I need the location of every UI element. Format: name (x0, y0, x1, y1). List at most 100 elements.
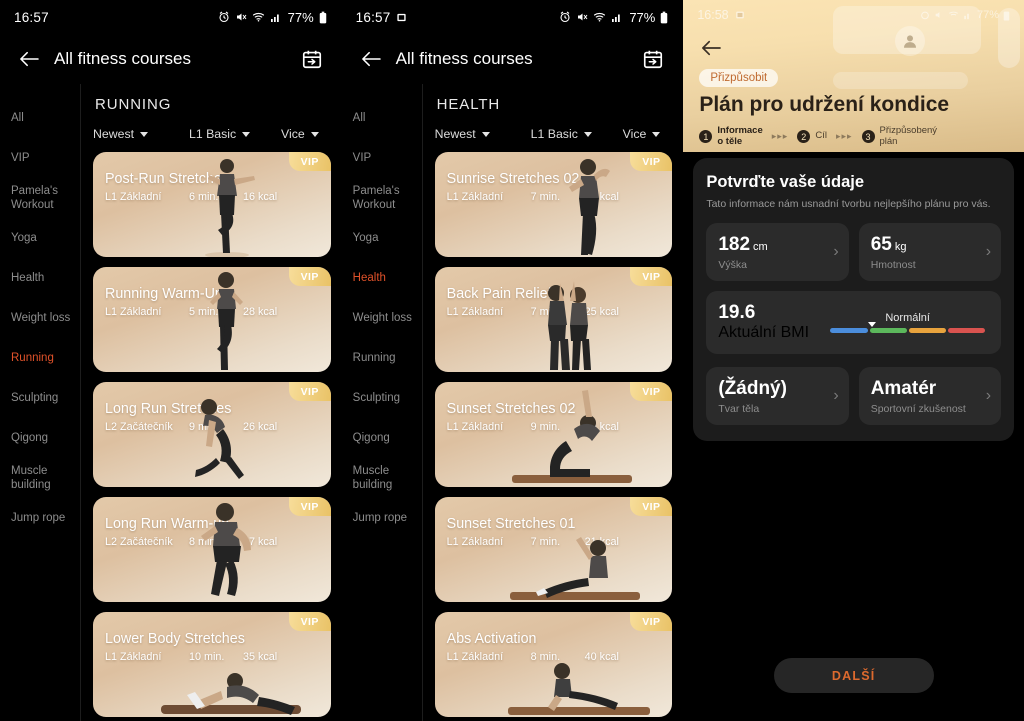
sidebar-item-label: Running (11, 351, 54, 365)
course-card[interactable]: Long Run Stretches L2 Začátečník9 min.26… (93, 382, 331, 487)
status-bar: 16:58 77% (683, 0, 1024, 30)
vip-badge: VIP (289, 612, 331, 631)
sidebar-item-label: Health (11, 271, 44, 285)
step-number: 2 (797, 130, 810, 143)
filter-more[interactable]: Vice (623, 127, 661, 141)
course-name: Lower Body Stretches (105, 631, 277, 647)
chevron-down-icon (482, 132, 490, 137)
signal-icon (611, 11, 623, 23)
exercise-figure (175, 498, 271, 602)
body-shape-value: (Žádný) (718, 378, 836, 400)
course-card[interactable]: Back Pain Relief L1 Základní7 min.25 kca… (435, 267, 673, 372)
sidebar-item-vip[interactable]: VIP (0, 138, 80, 178)
status-bar: 16:57 77% (0, 0, 341, 34)
course-list-area: RUNNING Newest L1 Basic Vice Post-Run St… (81, 84, 341, 721)
experience-tile[interactable]: Amatér Sportovní zkušenost › (859, 367, 1001, 425)
sidebar-item-sculpting[interactable]: Sculpting (0, 378, 80, 418)
category-sidebar: All VIP Pamela's Workout Yoga Health Wei… (0, 84, 81, 721)
sidebar-item-qigong[interactable]: Qigong (342, 418, 422, 458)
course-card[interactable]: Post-Run Stretches L1 Základní6 min.16 k… (93, 152, 331, 257)
course-list-area: HEALTH Newest L1 Basic Vice Sunrise Stre… (423, 84, 683, 721)
filter-label: Newest (435, 127, 476, 141)
sidebar-item-health[interactable]: Health (0, 258, 80, 298)
mute-icon (576, 11, 588, 23)
course-card[interactable]: Running Warm-Up L1 Základní5 min.28 kcal… (93, 267, 331, 372)
height-tile[interactable]: 182cm Výška › (706, 223, 848, 281)
sidebar-item-muscle-building[interactable]: Muscle building (342, 458, 422, 498)
exercise-figure (508, 387, 638, 487)
sidebar-item-yoga[interactable]: Yoga (342, 218, 422, 258)
course-level: L1 Základní (447, 306, 531, 318)
sidebar-item-all[interactable]: All (0, 98, 80, 138)
battery-percent: 77% (629, 10, 655, 25)
sidebar-item-qigong[interactable]: Qigong (0, 418, 80, 458)
course-card[interactable]: Lower Body Stretches L1 Základní10 min.3… (93, 612, 331, 717)
card-title: Potvrďte vaše údaje (706, 173, 1001, 192)
sidebar-item-jump-rope[interactable]: Jump rope (342, 498, 422, 538)
sidebar-item-running[interactable]: Running (0, 338, 80, 378)
course-card[interactable]: Abs Activation L1 Základní8 min.40 kcal … (435, 612, 673, 717)
step-goal[interactable]: 2 Cíl (797, 130, 827, 143)
step-number: 1 (699, 130, 712, 143)
filter-level[interactable]: L1 Basic (189, 127, 281, 141)
sidebar-item-vip[interactable]: VIP (342, 138, 422, 178)
sidebar-item-label: Qigong (353, 431, 390, 445)
course-card[interactable]: Sunset Stretches 01 L1 Základní7 min.21 … (435, 497, 673, 602)
experience-label: Sportovní zkušenost (871, 403, 989, 415)
status-icons: 77% (920, 9, 1010, 21)
filter-sort[interactable]: Newest (93, 127, 189, 141)
vip-badge: VIP (289, 497, 331, 516)
filter-level[interactable]: L1 Basic (531, 127, 623, 141)
back-arrow-icon[interactable] (14, 44, 44, 74)
status-icons: 77% (559, 0, 668, 34)
sidebar-item-sculpting[interactable]: Sculpting (342, 378, 422, 418)
vip-badge: VIP (289, 152, 331, 171)
back-arrow-icon[interactable] (356, 44, 386, 74)
bmi-tile[interactable]: 19.6 Aktuální BMI Normální (706, 291, 1001, 354)
customize-badge[interactable]: Přizpůsobit (699, 69, 778, 87)
next-button[interactable]: DALŠÍ (774, 658, 934, 693)
course-card[interactable]: Long Run Warm-up L2 Začátečník8 min.47 k… (93, 497, 331, 602)
sidebar-item-weight-loss[interactable]: Weight loss (0, 298, 80, 338)
category-sidebar: All VIP Pamela's Workout Yoga Health Wei… (342, 84, 423, 721)
sidebar-item-health[interactable]: Health (342, 258, 422, 298)
weight-tile[interactable]: 65kg Hmotnost › (859, 223, 1001, 281)
sidebar-item-weight-loss[interactable]: Weight loss (342, 298, 422, 338)
sidebar-item-muscle-building[interactable]: Muscle building (0, 458, 80, 498)
calendar-schedule-icon[interactable] (299, 46, 325, 72)
phone-panel-running: 16:57 77% All fitness courses All VI (0, 0, 341, 721)
sidebar-item-label: All (353, 111, 366, 125)
course-cards: Post-Run Stretches L1 Základní6 min.16 k… (93, 152, 331, 717)
vip-badge: VIP (289, 267, 331, 286)
alarm-icon (559, 11, 571, 23)
course-card[interactable]: Sunset Stretches 02 L1 Základní9 min.29 … (435, 382, 673, 487)
sidebar-item-jump-rope[interactable]: Jump rope (0, 498, 80, 538)
step-separator-icon: ▸▸▸ (772, 131, 789, 142)
step-label: Přizpůsobený plán (880, 126, 938, 147)
battery-percent: 77% (977, 9, 999, 21)
content-body: All VIP Pamela's Workout Yoga Health Wei… (0, 84, 341, 721)
step-custom-plan[interactable]: 3 Přizpůsobený plán (862, 126, 938, 147)
calendar-schedule-icon[interactable] (640, 46, 666, 72)
filter-sort[interactable]: Newest (435, 127, 531, 141)
sidebar-item-all[interactable]: All (342, 98, 422, 138)
mute-icon (235, 11, 247, 23)
chevron-right-icon: › (833, 243, 838, 261)
sidebar-item-running[interactable]: Running (342, 338, 422, 378)
screenshot-icon (396, 12, 407, 23)
body-shape-label: Tvar těla (718, 403, 836, 415)
vip-badge: VIP (630, 152, 672, 171)
shape-experience-row: (Žádný) Tvar těla › Amatér Sportovní zku… (706, 367, 1001, 425)
sidebar-item-pamelas-workout[interactable]: Pamela's Workout (342, 178, 422, 218)
sidebar-item-pamelas-workout[interactable]: Pamela's Workout (0, 178, 80, 218)
filter-more[interactable]: Vice (281, 127, 319, 141)
bmi-scale: Normální (830, 312, 989, 333)
wifi-icon (948, 10, 959, 20)
course-card[interactable]: Sunrise Stretches 02 L1 Základní7 min.30… (435, 152, 673, 257)
sidebar-item-yoga[interactable]: Yoga (0, 218, 80, 258)
signal-icon (963, 10, 973, 20)
step-body-info[interactable]: 1 Informace o těle (699, 126, 762, 147)
body-shape-tile[interactable]: (Žádný) Tvar těla › (706, 367, 848, 425)
back-arrow-icon[interactable] (699, 34, 727, 62)
section-title: HEALTH (437, 96, 673, 113)
